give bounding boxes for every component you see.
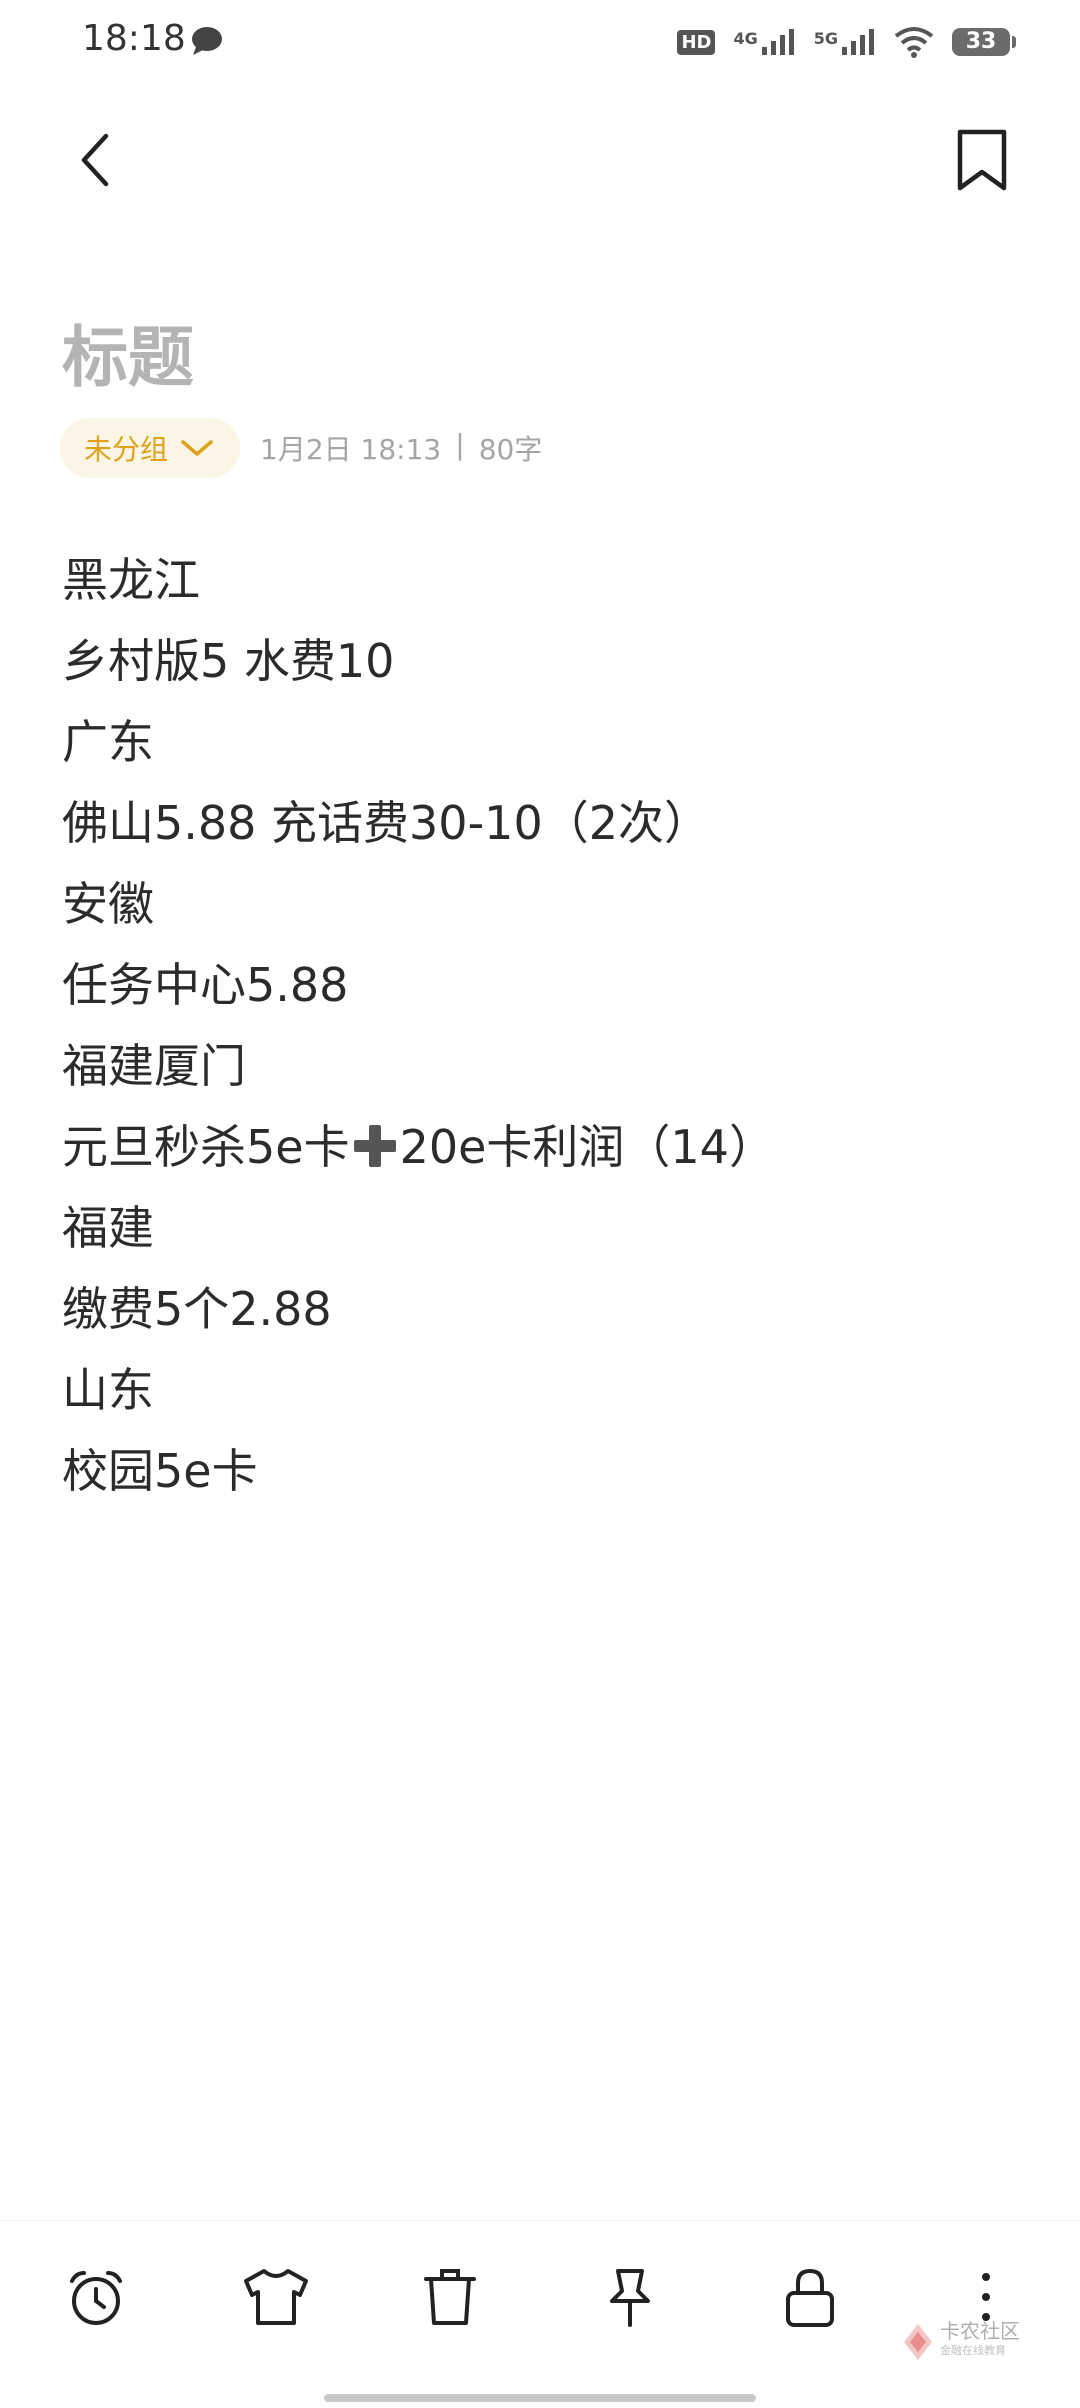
note-line: 山东: [62, 1363, 154, 1417]
word-count: 80字: [478, 433, 543, 466]
note-line-part: 20e卡利润（14）: [399, 1120, 775, 1174]
shirt-icon: [244, 2269, 308, 2325]
lock-icon: [786, 2268, 834, 2327]
status-time: 18:18: [82, 18, 186, 59]
note-line: 任务中心5.88: [62, 958, 349, 1012]
note-title[interactable]: 标题: [62, 304, 194, 400]
note-meta: 未分组 1月2日 18:13 | 80字: [60, 418, 542, 478]
status-bar: 18:18 HD 4G 5G 33: [0, 0, 1080, 90]
top-bar: [0, 110, 1080, 210]
note-line: 福建: [62, 1201, 154, 1255]
delete-button[interactable]: [414, 2261, 486, 2333]
note-body[interactable]: 黑龙江 乡村版5 水费10 广东 佛山5.88 充话费30-10（2次） 安徽 …: [62, 545, 1022, 1517]
trash-icon: [424, 2269, 476, 2325]
note-line: 乡村版5 水费10: [62, 634, 395, 688]
theme-button[interactable]: [240, 2261, 312, 2333]
note-line: 佛山5.88 充话费30-10（2次）: [62, 796, 710, 850]
note-line: 广东: [62, 715, 154, 769]
pin-button[interactable]: [594, 2261, 666, 2333]
home-indicator[interactable]: [324, 2394, 756, 2402]
meta-separator: |: [455, 428, 465, 461]
chevron-down-icon: [181, 440, 213, 456]
group-label: 未分组: [84, 433, 169, 466]
note-line: 校园5e卡: [62, 1444, 258, 1498]
wifi-icon: [894, 27, 934, 58]
back-button[interactable]: [60, 122, 136, 198]
pin-icon: [610, 2269, 650, 2327]
note-line-part: 元旦秒杀5e卡: [62, 1120, 350, 1174]
watermark-sub: 金融在线教育: [940, 2344, 1006, 2357]
reminder-button[interactable]: [60, 2261, 132, 2333]
note-line: 福建厦门: [62, 1039, 246, 1093]
lock-button[interactable]: [774, 2261, 846, 2333]
group-selector[interactable]: 未分组: [60, 418, 241, 478]
alarm-clock-icon: [70, 2271, 122, 2325]
watermark-name: 卡农社区: [940, 2319, 1020, 2343]
note-line: 黑龙江: [62, 553, 200, 607]
bookmark-button[interactable]: [944, 122, 1020, 198]
note-line: 缴费5个2.88: [62, 1282, 332, 1336]
note-line-with-emoji: 元旦秒杀5e卡 20e卡利润（14）: [62, 1112, 1022, 1193]
watermark: 卡农社区 金融在线教育: [900, 2320, 1020, 2364]
back-arrow-icon: [81, 133, 109, 187]
plus-emoji-icon: [352, 1123, 398, 1169]
message-icon: [192, 27, 222, 55]
hd-badge: HD: [677, 29, 716, 55]
note-date: 1月2日 18:13: [260, 433, 442, 466]
bookmark-icon: [957, 129, 1007, 191]
status-icons: HD 4G 5G 33: [677, 22, 1016, 62]
watermark-logo-icon: [904, 2324, 932, 2360]
signal-icon-2: 5G: [814, 29, 876, 55]
note-line: 安徽: [62, 877, 154, 931]
signal-icon: 4G: [733, 29, 795, 55]
meta-info: 1月2日 18:13 | 80字: [260, 428, 542, 468]
battery-icon: 33: [952, 28, 1016, 56]
